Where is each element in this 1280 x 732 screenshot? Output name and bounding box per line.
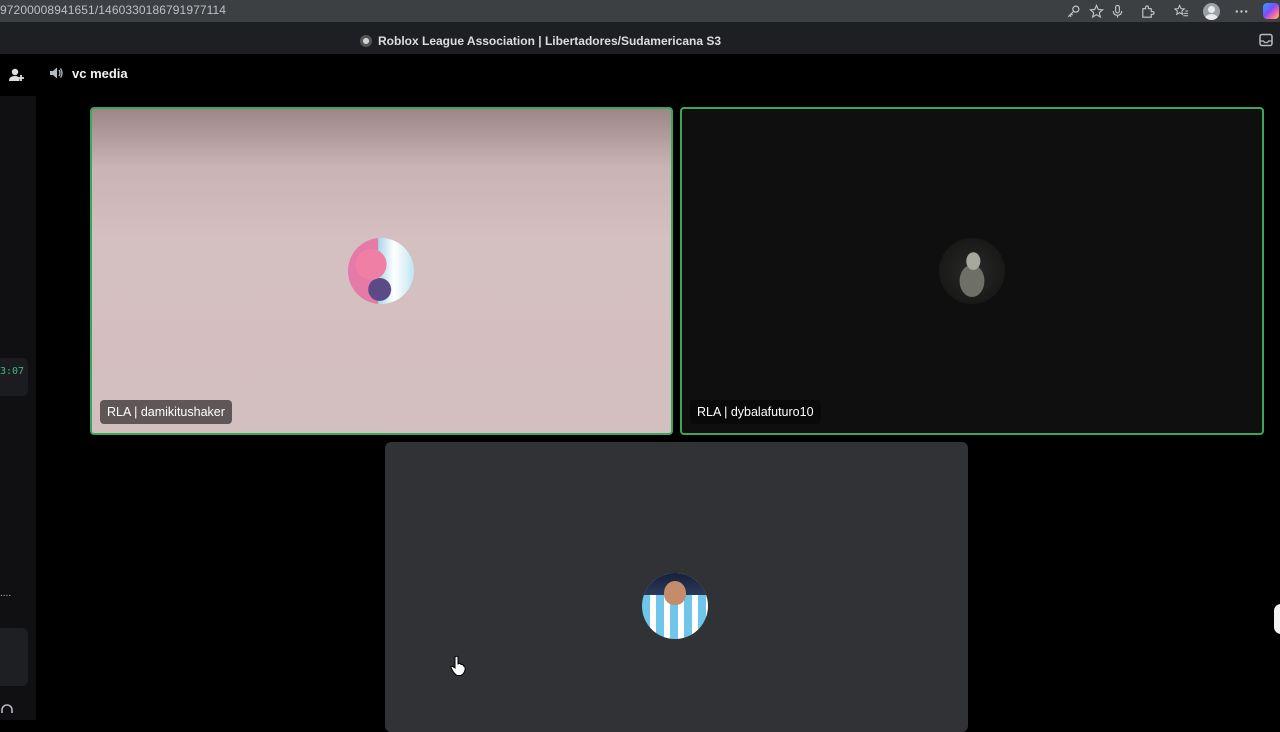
server-icon <box>360 35 372 47</box>
inbox-icon[interactable] <box>1258 32 1274 48</box>
participant-name: RLA | damikitushaker <box>100 400 232 424</box>
profile-avatar[interactable] <box>1202 2 1220 20</box>
channel-sidebar <box>0 96 36 720</box>
browser-toolbar: 97200008941651/1460330186791977114 <box>0 0 1280 22</box>
participant-tile[interactable]: RLA | dybalafuturo10 <box>680 107 1264 435</box>
address-bar-url[interactable]: 97200008941651/1460330186791977114 <box>0 3 226 17</box>
channel-header: vc media <box>48 64 128 82</box>
window-title-text: Roblox League Association | Libertadores… <box>378 34 722 48</box>
sidebar-truncated-text: .... <box>0 588 12 599</box>
favorites-icon[interactable] <box>1172 2 1190 20</box>
add-member-icon[interactable] <box>7 66 25 84</box>
hand-cursor-icon <box>450 655 466 676</box>
key-icon[interactable] <box>1064 2 1082 20</box>
participant-avatar <box>348 238 414 304</box>
participant-tile[interactable]: RLA | damikitushaker <box>90 107 673 435</box>
voice-timer: 3:07 <box>0 366 25 377</box>
floating-panel-edge[interactable] <box>1274 604 1280 634</box>
star-icon[interactable] <box>1087 2 1105 20</box>
participant-avatar <box>642 573 708 639</box>
channel-name: vc media <box>72 65 128 81</box>
window-title: Roblox League Association | Libertadores… <box>360 33 721 49</box>
copilot-icon[interactable] <box>1262 2 1280 20</box>
microphone-icon[interactable] <box>1108 2 1126 20</box>
headset-icon[interactable] <box>0 703 14 717</box>
sidebar-user-panel[interactable] <box>0 628 28 686</box>
more-icon[interactable] <box>1232 2 1250 20</box>
participant-avatar <box>939 238 1005 304</box>
participant-name: RLA | dybalafuturo10 <box>690 400 821 424</box>
extensions-icon[interactable] <box>1138 2 1156 20</box>
voice-timer-chip[interactable] <box>0 358 28 396</box>
speaker-icon <box>50 67 63 79</box>
participant-tile[interactable] <box>385 442 968 732</box>
